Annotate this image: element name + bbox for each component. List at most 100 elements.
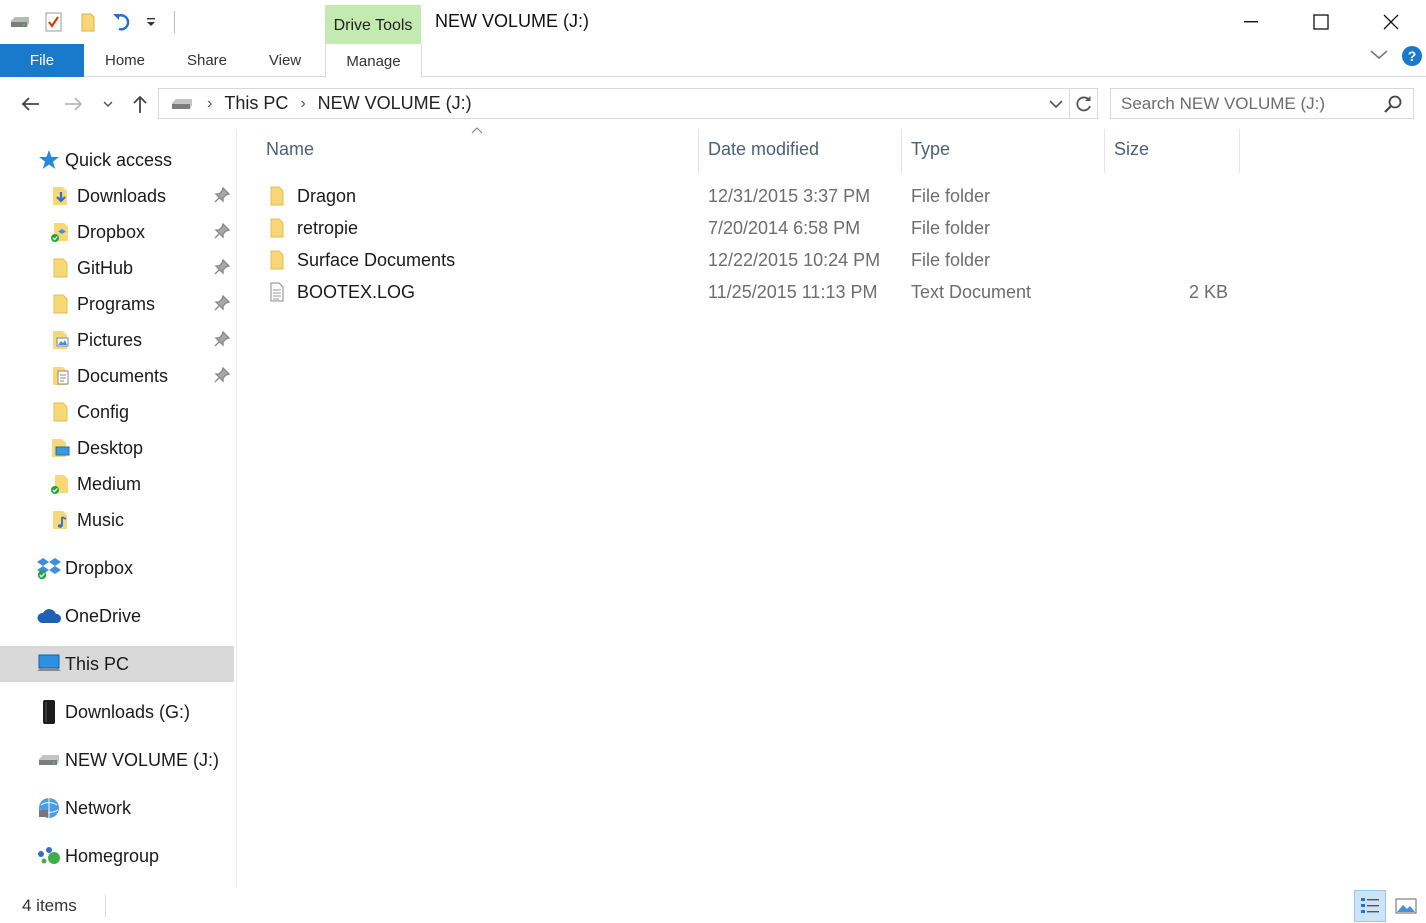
file-type: Text Document	[911, 281, 1032, 302]
nav-item-pictures[interactable]: Pictures	[0, 322, 234, 358]
table-row[interactable]: BOOTEX.LOG 11/25/2015 11:13 PM Text Docu…	[262, 276, 1242, 308]
tab-manage[interactable]: Manage	[325, 44, 422, 78]
star-icon	[36, 147, 62, 173]
pin-icon[interactable]	[214, 330, 231, 352]
drive-icon[interactable]	[8, 10, 32, 34]
pin-icon[interactable]	[214, 222, 231, 244]
window-title: NEW VOLUME (J:)	[435, 11, 590, 31]
status-separator	[104, 894, 106, 917]
breadcrumb-new-volume[interactable]: NEW VOLUME (J:)	[318, 93, 472, 114]
dropbox-icon	[36, 555, 62, 581]
table-row[interactable]: Dragon 12/31/2015 3:37 PM File folder	[262, 180, 1242, 212]
file-type: File folder	[911, 217, 991, 238]
nav-onedrive[interactable]: OneDrive	[0, 598, 234, 634]
nav-item-label: Music	[77, 509, 125, 530]
table-row[interactable]: retropie 7/20/2014 6:58 PM File folder	[262, 212, 1242, 244]
file-name[interactable]: Surface Documents	[297, 244, 455, 276]
nav-item-documents[interactable]: Documents	[0, 358, 234, 394]
breadcrumb-this-pc[interactable]: This PC	[224, 93, 288, 114]
breadcrumb-chevron-icon[interactable]: ›	[207, 95, 212, 113]
column-divider[interactable]	[901, 129, 902, 173]
view-switcher	[1354, 888, 1426, 923]
pin-icon[interactable]	[214, 294, 231, 316]
up-button[interactable]	[128, 90, 152, 118]
file-name[interactable]: retropie	[297, 212, 358, 244]
file-type: File folder	[911, 185, 991, 206]
search-input[interactable]	[1121, 89, 1381, 118]
nav-new-volume[interactable]: NEW VOLUME (J:)	[0, 742, 234, 778]
maximize-button[interactable]	[1286, 0, 1356, 44]
nav-homegroup[interactable]: Homegroup	[0, 838, 234, 874]
column-divider[interactable]	[698, 129, 699, 173]
properties-icon[interactable]	[42, 10, 66, 34]
chevron-down-icon	[1049, 99, 1063, 108]
address-history-dropdown[interactable]	[1043, 89, 1069, 118]
nav-dropbox[interactable]: Dropbox	[0, 550, 234, 586]
breadcrumb-chevron-icon[interactable]: ›	[300, 95, 305, 113]
nav-item-medium[interactable]: Medium	[0, 466, 234, 502]
nav-item-config[interactable]: Config	[0, 394, 234, 430]
nav-item-downloads[interactable]: Downloads	[0, 178, 234, 214]
table-row[interactable]: Surface Documents 12/22/2015 10:24 PM Fi…	[262, 244, 1242, 276]
nav-item-label: Dropbox	[77, 221, 146, 242]
close-button[interactable]	[1356, 0, 1426, 44]
folder-icon	[48, 291, 74, 317]
nav-quick-access[interactable]: Quick access	[0, 142, 234, 178]
column-divider[interactable]	[1104, 129, 1105, 173]
help-button[interactable]: ?	[1402, 46, 1422, 66]
drive-icon	[36, 747, 62, 773]
new-folder-icon[interactable]	[76, 10, 100, 34]
nav-item-github[interactable]: GitHub	[0, 250, 234, 286]
arrow-up-icon	[133, 95, 147, 113]
nav-item-music[interactable]: Music	[0, 502, 234, 538]
pin-icon[interactable]	[214, 366, 231, 388]
nav-item-label: Documents	[77, 365, 169, 386]
nav-root-label: Downloads (G:)	[65, 701, 191, 722]
nav-item-desktop[interactable]: Desktop	[0, 430, 234, 466]
expand-ribbon-button[interactable]	[1370, 47, 1388, 65]
tab-home[interactable]: Home	[94, 44, 156, 77]
back-button[interactable]	[16, 90, 44, 118]
file-name[interactable]: BOOTEX.LOG	[297, 276, 415, 308]
nav-item-dropbox-folder[interactable]: Dropbox	[0, 214, 234, 250]
nav-network[interactable]: Network	[0, 790, 234, 826]
column-header-date[interactable]: Date modified	[708, 125, 898, 173]
column-header-name[interactable]: Name	[266, 125, 696, 173]
external-drive-icon	[36, 699, 62, 725]
tab-share[interactable]: Share	[176, 44, 238, 77]
nav-quick-access-label: Quick access	[65, 149, 173, 170]
folder-icon	[48, 399, 74, 425]
folder-icon	[268, 250, 286, 275]
pin-icon[interactable]	[214, 258, 231, 280]
large-icons-view-button[interactable]	[1390, 890, 1422, 922]
nav-item-programs[interactable]: Programs	[0, 286, 234, 322]
dropbox-folder-icon	[48, 219, 74, 245]
file-size	[1122, 212, 1228, 244]
column-header-type[interactable]: Type	[911, 125, 1101, 173]
nav-this-pc[interactable]: This PC	[0, 646, 234, 682]
refresh-button[interactable]	[1069, 89, 1097, 118]
customize-dropdown-icon[interactable]	[144, 10, 158, 34]
forward-button[interactable]	[60, 90, 88, 118]
address-bar[interactable]: › This PC › NEW VOLUME (J:)	[158, 88, 1098, 119]
nav-root-label: Network	[65, 797, 132, 818]
pin-icon[interactable]	[214, 186, 231, 208]
tab-file[interactable]: File	[0, 44, 84, 77]
undo-icon[interactable]	[110, 10, 134, 34]
file-type: File folder	[911, 249, 991, 270]
column-divider[interactable]	[1239, 129, 1240, 173]
file-name[interactable]: Dragon	[297, 180, 356, 212]
recent-locations-button[interactable]	[98, 90, 118, 118]
folder-icon	[48, 255, 74, 281]
tab-view[interactable]: View	[256, 44, 314, 77]
search-icon[interactable]	[1383, 94, 1403, 119]
nav-item-label: Pictures	[77, 329, 143, 350]
nav-root-label: Dropbox	[65, 557, 134, 578]
search-box[interactable]	[1110, 88, 1414, 119]
arrow-right-icon	[65, 97, 83, 111]
address-controls	[1043, 89, 1097, 118]
nav-downloads-drive[interactable]: Downloads (G:)	[0, 694, 234, 730]
minimize-button[interactable]	[1216, 0, 1286, 44]
column-header-size[interactable]: Size	[1114, 125, 1234, 173]
details-view-button[interactable]	[1354, 889, 1386, 922]
